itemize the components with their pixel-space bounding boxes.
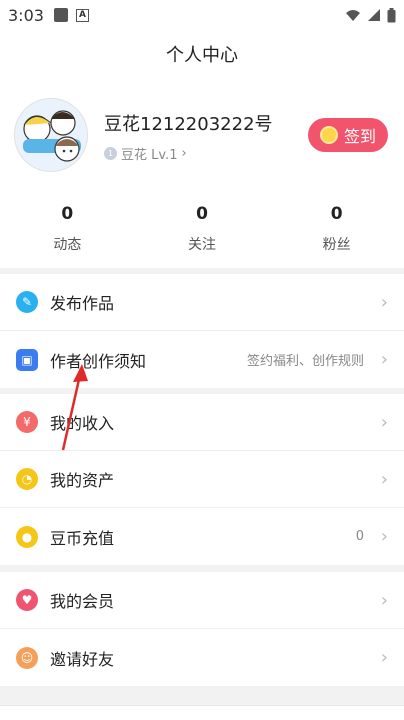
stat-following-label: 关注 [188, 237, 216, 253]
chevron-right-icon: › [380, 468, 388, 490]
asset-icon: ◔ [16, 468, 38, 490]
menu-item-label: 邀请好友 [50, 649, 115, 669]
stat-following-count: 0 [196, 204, 208, 224]
chevron-right-icon: › [380, 291, 388, 313]
username[interactable]: 豆花1212203222号 [104, 110, 273, 136]
menu-item-label: 我的资产 [50, 471, 115, 490]
menu-item-label: 豆币充值 [50, 528, 115, 548]
menu-item-author-guide[interactable]: ▣ 作者创作须知 签约福利、创作规则 › [0, 331, 404, 388]
level-chevron-icon: › [181, 146, 187, 161]
menu-item-vip[interactable]: ♥ 我的会员 › [0, 572, 404, 629]
avatar[interactable] [14, 98, 88, 172]
menu-group-member: ♥ 我的会员 › ☺ 邀请好友 › [0, 572, 404, 686]
stat-fans-label: 粉丝 [322, 237, 351, 253]
chevron-right-icon: › [380, 647, 388, 668]
menu-item-publish[interactable]: ✎ 发布作品 › [0, 274, 404, 331]
battery-icon [387, 7, 396, 22]
menu-group-wallet: ¥ 我的收入 › ◔ 我的资产 › ● 豆币充值 0 › [0, 394, 404, 565]
menu-item-recharge[interactable]: ● 豆币充值 0 › [0, 508, 404, 565]
status-bar: 3:03 A [0, 0, 404, 30]
menu-item-assets[interactable]: ◔ 我的资产 › [0, 451, 404, 508]
menu-item-invite[interactable]: ☺ 邀请好友 › [0, 629, 404, 686]
menu-item-hint: 签约福利、创作规则 [246, 354, 364, 369]
stat-fans-count: 0 [330, 204, 343, 224]
menu-item-income[interactable]: ¥ 我的收入 › [0, 394, 404, 451]
menu-item-label: 发布作品 [50, 294, 115, 313]
a-app-icon: A [75, 8, 89, 22]
page-header: 个人中心 [0, 30, 404, 78]
chevron-right-icon: › [380, 526, 388, 547]
level-text: 豆花 Lv.1 [121, 148, 178, 163]
chevron-right-icon: › [380, 411, 388, 433]
checkin-label: 签到 [343, 127, 376, 146]
menu-item-label: 我的会员 [50, 592, 115, 611]
pencil-icon: ✎ [16, 291, 38, 313]
yen-icon: ¥ [16, 411, 38, 433]
page-title: 个人中心 [166, 45, 238, 66]
signal-icon [368, 9, 380, 21]
menu-item-label: 我的收入 [50, 414, 115, 433]
profile-card: 豆花1212203222号 1 豆花 Lv.1 › 签到 0 动态 0 关注 0… [0, 78, 404, 268]
menu-item-hint: 0 [355, 529, 364, 544]
checkin-button[interactable]: 签到 [308, 118, 388, 152]
coin-icon: ● [16, 525, 38, 548]
stat-posts-label: 动态 [53, 237, 82, 253]
bottom-tab-bar [0, 705, 404, 720]
chevron-right-icon: › [380, 589, 388, 611]
stat-following[interactable]: 0 关注 [135, 202, 270, 262]
stat-fans[interactable]: 0 粉丝 [269, 202, 404, 262]
level-badge[interactable]: 1 豆花 Lv.1 › [104, 144, 187, 163]
book-icon: ▣ [16, 348, 38, 371]
status-time: 3:03 [8, 5, 44, 25]
stats-row: 0 动态 0 关注 0 粉丝 [0, 202, 404, 262]
menu-item-label: 作者创作须知 [50, 351, 147, 371]
vip-heart-icon: ♥ [16, 589, 38, 611]
chevron-right-icon: › [380, 349, 388, 370]
coin-icon [319, 126, 338, 144]
level-icon: 1 [104, 147, 117, 160]
stat-posts-count: 0 [61, 204, 74, 224]
stat-posts[interactable]: 0 动态 [0, 202, 135, 262]
wifi-icon [346, 10, 360, 21]
menu-group-create: ✎ 发布作品 › ▣ 作者创作须知 签约福利、创作规则 › [0, 274, 404, 388]
friend-icon: ☺ [16, 646, 38, 669]
notification-icon [53, 8, 68, 22]
